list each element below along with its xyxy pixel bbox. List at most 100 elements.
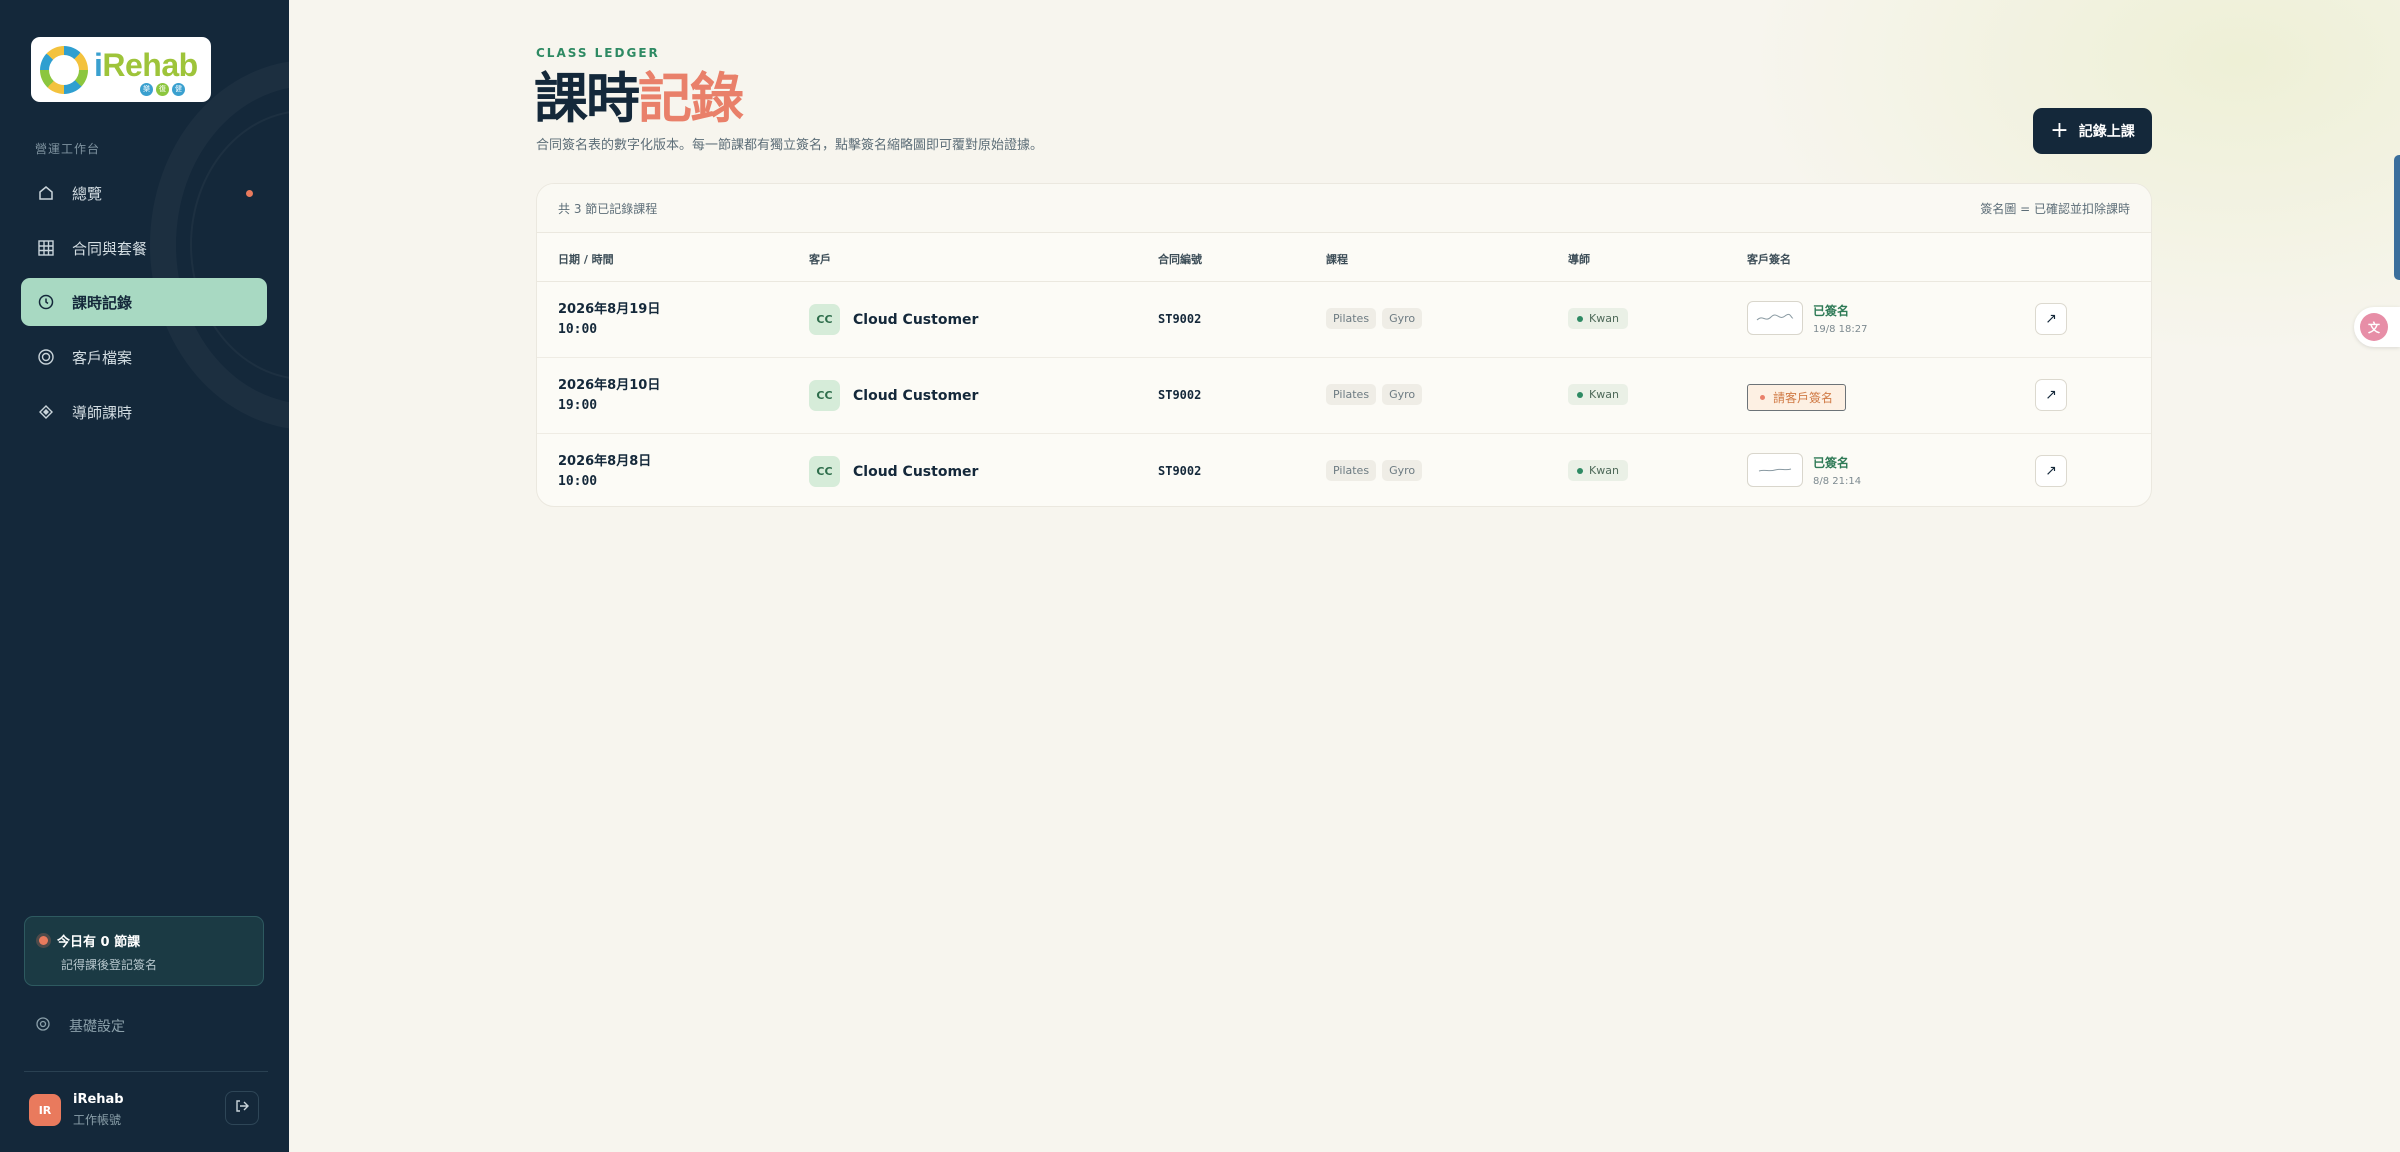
coach-name: Kwan xyxy=(1589,388,1619,401)
arrow-up-right-icon: ↗ xyxy=(2045,387,2057,403)
client-avatar: CC xyxy=(809,456,840,487)
row-coach: Kwan xyxy=(1568,460,1628,481)
sidebar-item-overview[interactable]: 總覽 xyxy=(21,169,267,217)
open-record-button[interactable]: ↗ xyxy=(2035,455,2067,487)
request-signature-label: 請客戶簽名 xyxy=(1773,391,1834,405)
class-ledger-table: 共 3 節已記錄課程 簽名圖 = 已確認並扣除課時 日期 / 時間 客戶 合同編… xyxy=(536,183,2152,507)
user-profile[interactable]: IR iRehab 工作帳號 xyxy=(29,1092,124,1128)
page-title-part2: 記錄 xyxy=(638,66,744,130)
today-summary-card: 今日有 0 節課 記得課後登記簽名 xyxy=(24,916,264,986)
course-tag: Gyro xyxy=(1382,460,1423,481)
record-class-label: 記錄上課 xyxy=(2078,124,2135,140)
signature-time: 19/8 18:27 xyxy=(1813,323,1868,335)
logo-sub-char: 健 xyxy=(172,82,185,96)
edge-panel-tab[interactable] xyxy=(2394,155,2400,280)
row-client: CC Cloud Customer xyxy=(809,380,978,411)
row-date: 2026年8月10日 xyxy=(558,378,661,393)
row-contract: ST9002 xyxy=(1158,464,1202,478)
page-subtitle: 合同簽名表的數字化版本。每一節課都有獨立簽名，點擊簽名縮略圖即可覆對原始證據。 xyxy=(536,138,1044,153)
legend-note: 簽名圖 = 已確認並扣除課時 xyxy=(1980,201,2130,216)
row-datetime: 2026年8月19日 10:00 xyxy=(558,300,660,340)
clock-icon xyxy=(37,293,55,311)
client-name: Cloud Customer xyxy=(853,463,979,480)
today-card-title: 今日有 0 節課 xyxy=(57,935,141,950)
signature-thumbnail[interactable] xyxy=(1747,301,1803,335)
user-name: iRehab xyxy=(73,1092,124,1107)
table-row[interactable]: 2026年8月10日 19:00 CC Cloud Customer ST900… xyxy=(537,358,2151,434)
column-header-course: 課程 xyxy=(1326,253,1348,266)
course-tag: Pilates xyxy=(1326,460,1377,481)
client-avatar: CC xyxy=(809,304,840,335)
logo-sub-char: 樂 xyxy=(140,82,153,96)
page-title: 課時記錄 xyxy=(534,66,744,131)
coach-dot xyxy=(1577,315,1583,322)
sidebar-item-class-ledger[interactable]: 課時記錄 xyxy=(21,278,267,326)
divider xyxy=(24,1071,268,1072)
column-header-contract: 合同編號 xyxy=(1158,253,1202,266)
course-tag: Gyro xyxy=(1382,384,1423,405)
grid-icon xyxy=(37,239,55,257)
avatar: IR xyxy=(29,1094,61,1126)
sidebar-item-label: 總覽 xyxy=(72,184,103,203)
signature-status: 已簽名 xyxy=(1813,303,1850,318)
notification-dot xyxy=(246,189,253,197)
logo-sub-char: 復 xyxy=(156,82,169,96)
logo-wordmark: iRehab 樂 復 健 xyxy=(94,45,204,96)
course-tag: Pilates xyxy=(1326,384,1377,405)
table-row[interactable]: 2026年8月8日 10:00 CC Cloud Customer ST9002… xyxy=(537,434,2151,506)
sidebar-item-contracts[interactable]: 合同與套餐 xyxy=(21,224,267,272)
open-record-button[interactable]: ↗ xyxy=(2035,379,2067,411)
client-name: Cloud Customer xyxy=(853,311,979,328)
record-count: 共 3 節已記錄課程 xyxy=(558,201,658,216)
pending-dot xyxy=(1760,395,1765,400)
translate-icon: 文 xyxy=(2360,313,2388,341)
settings-label: 基礎設定 xyxy=(69,1019,125,1035)
signature-thumbnail[interactable] xyxy=(1747,453,1803,487)
logo-word-rest: Rehab xyxy=(102,46,198,83)
diamond-icon xyxy=(37,403,55,421)
arrow-up-right-icon: ↗ xyxy=(2045,311,2057,327)
logout-button[interactable] xyxy=(225,1091,259,1125)
arrow-up-right-icon: ↗ xyxy=(2045,463,2057,479)
status-dot xyxy=(39,936,48,945)
row-date: 2026年8月19日 xyxy=(558,302,661,317)
row-signature: 請客戶簽名 xyxy=(1747,377,1847,411)
user-role: 工作帳號 xyxy=(73,1113,122,1127)
home-icon xyxy=(37,184,55,202)
row-coach: Kwan xyxy=(1568,308,1628,329)
translate-widget-button[interactable]: 文 xyxy=(2354,307,2400,347)
row-time: 10:00 xyxy=(558,474,598,489)
row-client: CC Cloud Customer xyxy=(809,304,978,335)
page-eyebrow: CLASS LEDGER xyxy=(536,46,660,60)
open-record-button[interactable]: ↗ xyxy=(2035,303,2067,335)
row-time: 19:00 xyxy=(558,398,598,413)
plus-icon: + xyxy=(2050,118,2069,143)
sidebar-item-settings[interactable]: 基礎設定 xyxy=(35,1016,125,1036)
row-signature: 已簽名 19/8 18:27 xyxy=(1747,301,1867,335)
record-class-button[interactable]: + 記錄上課 xyxy=(2033,108,2152,154)
signature-status: 已簽名 xyxy=(1813,455,1850,470)
request-signature-button[interactable]: 請客戶簽名 xyxy=(1747,384,1847,411)
sidebar-item-clients[interactable]: 客戶檔案 xyxy=(21,333,267,381)
logo-ring-icon xyxy=(40,45,88,94)
coach-dot xyxy=(1577,467,1583,474)
column-header-client: 客戶 xyxy=(809,253,831,266)
main-content xyxy=(289,0,2400,1152)
row-contract: ST9002 xyxy=(1158,388,1202,402)
brand-logo[interactable]: iRehab 樂 復 健 xyxy=(31,37,211,102)
row-datetime: 2026年8月8日 10:00 xyxy=(558,452,651,492)
sidebar-item-coach-hours[interactable]: 導師課時 xyxy=(21,388,267,436)
sidebar-section-label: 營運工作台 xyxy=(35,142,101,156)
row-time: 10:00 xyxy=(558,322,598,337)
page-title-part1: 課時 xyxy=(534,66,640,130)
row-datetime: 2026年8月10日 19:00 xyxy=(558,376,660,416)
today-card-subtitle: 記得課後登記簽名 xyxy=(61,958,158,972)
sidebar-item-label: 客戶檔案 xyxy=(72,348,133,367)
client-avatar: CC xyxy=(809,380,840,411)
column-header-datetime: 日期 / 時間 xyxy=(558,253,614,266)
table-row[interactable]: 2026年8月19日 10:00 CC Cloud Customer ST900… xyxy=(537,282,2151,358)
table-header-bar: 共 3 節已記錄課程 簽名圖 = 已確認並扣除課時 xyxy=(537,184,2151,233)
coach-name: Kwan xyxy=(1589,464,1619,477)
sidebar-item-label: 課時記錄 xyxy=(72,293,133,312)
logo-subtitle-dots: 樂 復 健 xyxy=(140,82,185,96)
